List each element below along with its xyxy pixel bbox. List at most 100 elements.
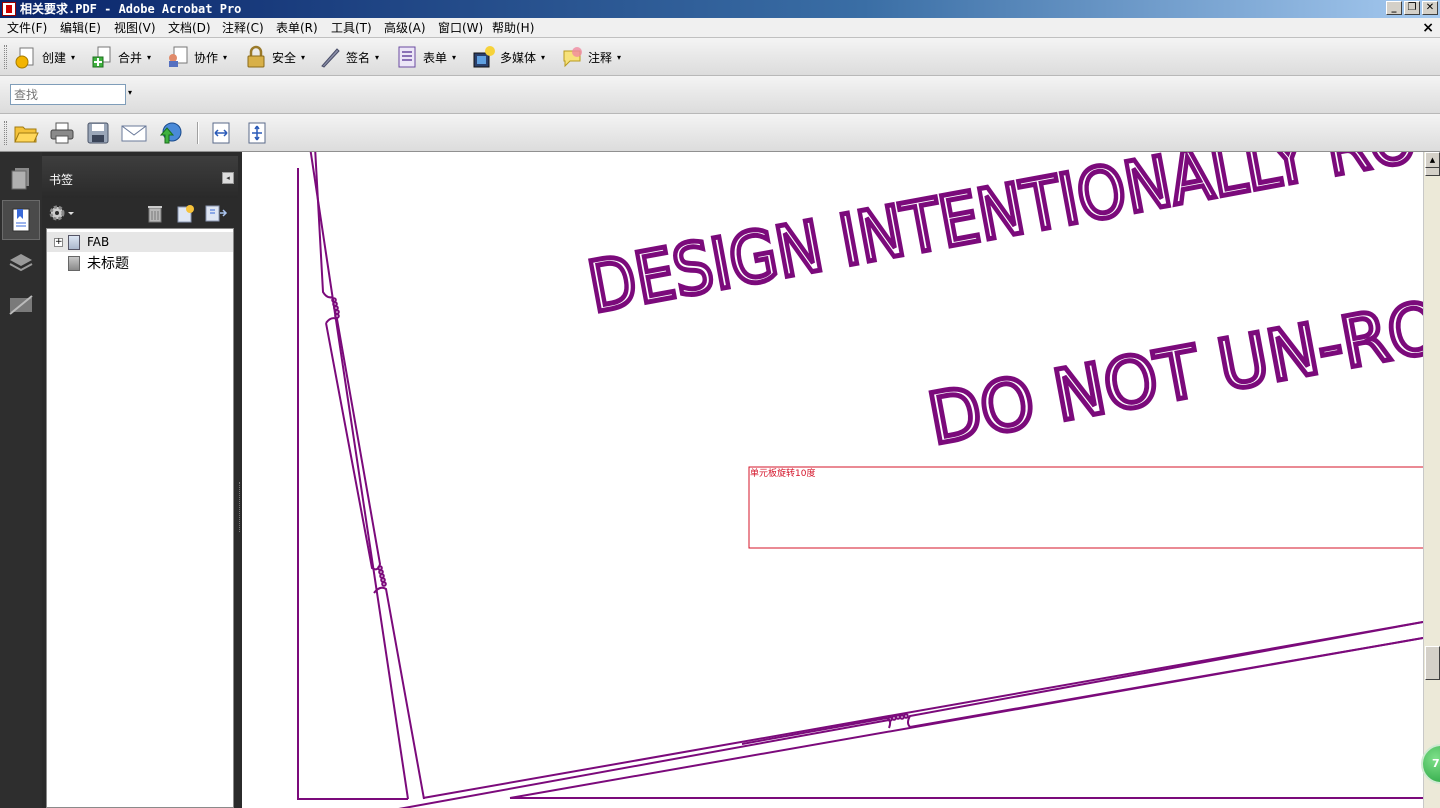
bookmarks-icon[interactable]	[2, 200, 40, 240]
design-note-text-1: DESIGN INTENTIONALLY RO	[582, 152, 1423, 329]
forms-label: 表单	[423, 50, 448, 65]
sign-label: 签名	[346, 50, 371, 65]
navigation-pane	[0, 152, 42, 808]
pdf-page-drawing: DESIGN INTENTIONALLY RO DO NOT UN-RO 单元板…	[297, 152, 1423, 808]
open-folder-icon[interactable]	[13, 121, 39, 145]
window-title: 相关要求.PDF - Adobe Acrobat Pro	[20, 2, 242, 16]
menu-comments[interactable]: 注释(C)	[221, 18, 265, 38]
multimedia-dropdown-icon: ▾	[541, 52, 546, 62]
toolbar-grip[interactable]	[4, 121, 7, 145]
lock-icon	[244, 45, 268, 69]
fit-width-icon[interactable]	[208, 121, 234, 145]
find-input[interactable]	[10, 84, 126, 105]
scroll-track-cap	[1425, 168, 1440, 176]
document-view[interactable]: DESIGN INTENTIONALLY RO DO NOT UN-RO 单元板…	[242, 152, 1423, 808]
collaborate-button[interactable]: 协作 ▾	[166, 42, 227, 72]
print-icon[interactable]	[49, 121, 75, 145]
menu-bar: 文件(F) 编辑(E) 视图(V) 文档(D) 注释(C) 表单(R) 工具(T…	[0, 18, 1440, 38]
secure-label: 安全	[272, 50, 297, 65]
upload-web-icon[interactable]	[157, 121, 183, 145]
bookmark-item-fab[interactable]: + FAB	[47, 232, 233, 252]
comment-label: 注释	[588, 50, 613, 65]
bookmark-page-icon	[68, 234, 80, 250]
combine-button[interactable]: 合并 ▾	[90, 42, 151, 72]
annotation-text: 单元板旋转10度	[750, 467, 815, 479]
close-window-button[interactable]: ✕	[1422, 1, 1438, 15]
menu-view[interactable]: 视图(V)	[113, 18, 157, 38]
design-note-line-1: DESIGN INTENTIONALLY RO	[580, 152, 1423, 331]
collaborate-dropdown-icon: ▾	[223, 52, 228, 62]
design-note-text-2: DO NOT UN-RO	[922, 285, 1423, 460]
multimedia-icon	[472, 45, 496, 69]
title-bar: 相关要求.PDF - Adobe Acrobat Pro _ ❐ ✕	[0, 0, 1440, 18]
scroll-up-button[interactable]: ▲	[1425, 152, 1440, 168]
toolbar-separator	[197, 122, 199, 144]
bookmarks-tree: + FAB 未标题	[46, 228, 234, 808]
create-button[interactable]: 创建 ▾	[14, 42, 75, 72]
tasks-toolbar: 创建 ▾ 合并 ▾ 协作 ▾ 安全 ▾ 签名 ▾ 表单 ▾ 多媒体 ▾ 注释 ▾	[0, 38, 1440, 76]
menu-help[interactable]: 帮助(H)	[491, 18, 535, 38]
save-icon[interactable]	[85, 121, 111, 145]
close-document-icon[interactable]: ×	[1422, 18, 1434, 38]
fit-page-icon[interactable]	[244, 121, 270, 145]
delete-bookmark-icon[interactable]	[146, 203, 164, 226]
sign-button[interactable]: 签名 ▾	[318, 42, 379, 72]
combine-dropdown-icon: ▾	[147, 52, 152, 62]
signatures-icon[interactable]	[2, 284, 40, 324]
collaborate-icon	[166, 45, 190, 69]
sign-dropdown-icon: ▾	[375, 52, 380, 62]
form-icon	[395, 45, 419, 69]
design-note-line-2: DO NOT UN-RO	[920, 283, 1423, 463]
menu-file[interactable]: 文件(F)	[6, 18, 48, 38]
acrobat-window: 相关要求.PDF - Adobe Acrobat Pro _ ❐ ✕ 文件(F)…	[0, 0, 1440, 808]
menu-window[interactable]: 窗口(W)	[437, 18, 484, 38]
combine-files-icon	[90, 45, 114, 69]
forms-dropdown-icon: ▾	[452, 52, 457, 62]
forms-button[interactable]: 表单 ▾	[395, 42, 456, 72]
bookmark-item-untitled[interactable]: 未标题	[47, 253, 233, 273]
layers-icon[interactable]	[2, 242, 40, 282]
find-options-dropdown-icon[interactable]: ▾	[128, 88, 132, 97]
acrobat-app-icon	[2, 2, 16, 16]
create-pdf-icon	[14, 45, 38, 69]
file-toolbar	[0, 114, 1440, 152]
bookmark-label: FAB	[87, 235, 110, 249]
bookmarks-panel: 书签 ◂ + FAB 未标题	[42, 152, 238, 808]
comment-button[interactable]: 注释 ▾	[560, 42, 621, 72]
toolbar-grip[interactable]	[4, 45, 7, 69]
expand-icon[interactable]: +	[54, 237, 63, 247]
collaborate-label: 协作	[194, 50, 219, 65]
annotation-box[interactable]	[748, 466, 1423, 549]
secure-button[interactable]: 安全 ▾	[244, 42, 305, 72]
expand-bookmark-icon[interactable]	[204, 203, 228, 226]
menu-document[interactable]: 文档(D)	[167, 18, 212, 38]
create-dropdown-icon: ▾	[71, 52, 76, 62]
bookmark-label: 未标题	[87, 256, 129, 272]
find-toolbar: ▾	[0, 76, 1440, 114]
pen-icon	[318, 45, 342, 69]
menu-forms[interactable]: 表单(R)	[275, 18, 319, 38]
menu-advanced[interactable]: 高级(A)	[383, 18, 427, 38]
comment-dropdown-icon: ▾	[617, 52, 622, 62]
new-bookmark-icon[interactable]	[176, 203, 196, 226]
vertical-scrollbar[interactable]: ▲	[1423, 152, 1440, 808]
bookmarks-header: 书签 ◂	[42, 156, 238, 198]
secure-dropdown-icon: ▾	[301, 52, 306, 62]
email-icon[interactable]	[121, 121, 147, 145]
window-controls: _ ❐ ✕	[1386, 1, 1438, 15]
menu-tools[interactable]: 工具(T)	[330, 18, 373, 38]
options-gear-icon[interactable]	[48, 203, 76, 226]
menu-edit[interactable]: 编辑(E)	[59, 18, 102, 38]
restore-button[interactable]: ❐	[1404, 1, 1420, 15]
multimedia-label: 多媒体	[500, 50, 537, 65]
combine-label: 合并	[118, 50, 143, 65]
minimize-button[interactable]: _	[1386, 1, 1402, 15]
collapse-panel-icon[interactable]: ◂	[222, 172, 234, 184]
bookmark-page-icon	[68, 255, 80, 271]
scroll-thumb[interactable]	[1425, 646, 1440, 680]
bookmarks-toolbar	[42, 198, 238, 228]
bookmarks-title: 书签	[49, 173, 74, 187]
multimedia-button[interactable]: 多媒体 ▾	[472, 42, 545, 72]
comment-bubble-icon	[560, 45, 584, 69]
pages-icon[interactable]	[2, 156, 40, 196]
